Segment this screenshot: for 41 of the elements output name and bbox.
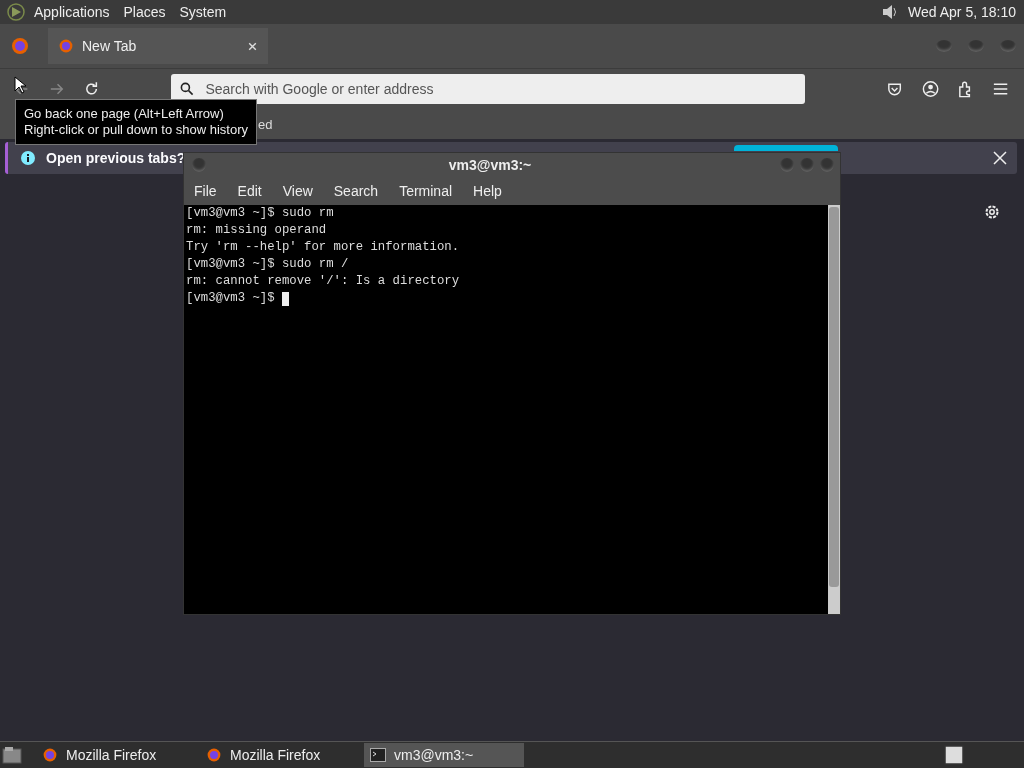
terminal-line: [vm3@vm3 ~]$ sudo rm: [186, 205, 335, 222]
menu-item[interactable]: Search: [333, 183, 379, 199]
taskbar-item[interactable]: Mozilla Firefox: [200, 743, 360, 767]
clock[interactable]: Wed Apr 5, 18:10: [908, 4, 1016, 20]
panel-menu[interactable]: System: [179, 4, 227, 20]
account-icon[interactable]: [920, 79, 940, 99]
firefox-icon: [58, 38, 74, 54]
text-cursor: [281, 291, 289, 306]
tooltip-text: Right-click or pull down to show history: [24, 122, 248, 138]
panel-menu[interactable]: Applications: [34, 4, 110, 20]
mouse-pointer-icon: [14, 76, 26, 94]
terminal-icon: [370, 748, 386, 762]
show-desktop-icon[interactable]: [2, 746, 22, 764]
terminal-line: rm: cannot remove '/': Is a directory: [186, 273, 461, 290]
terminal-line: Try 'rm --help' for more information.: [186, 239, 461, 256]
terminal-line: rm: missing operand: [186, 222, 328, 239]
menu-item[interactable]: View: [282, 183, 313, 199]
scrollbar[interactable]: [828, 205, 840, 614]
bookmark-link[interactable]: ed: [258, 116, 273, 132]
firefox-icon: [206, 747, 222, 763]
firefox-icon: [42, 747, 58, 763]
close-icon[interactable]: [247, 40, 258, 52]
menu-item[interactable]: Terminal: [399, 183, 453, 199]
menu-item[interactable]: Help: [473, 183, 502, 199]
distro-logo-icon[interactable]: [6, 2, 26, 22]
taskbar-item[interactable]: vm3@vm3:~: [364, 743, 524, 767]
address-field[interactable]: Search with Google or enter address: [171, 74, 806, 104]
taskbar-item[interactable]: Mozilla Firefox: [36, 743, 196, 767]
window-title: vm3@vm3:~: [447, 157, 533, 173]
notification-text: Open previous tabs?: [46, 150, 186, 166]
browser-tab[interactable]: New Tab: [48, 28, 268, 64]
terminal-prompt: [vm3@vm3 ~]$: [186, 290, 276, 307]
menu-item[interactable]: File: [194, 183, 217, 199]
terminal-line: [vm3@vm3 ~]$ sudo rm /: [186, 256, 350, 273]
workspace-icon[interactable]: [944, 745, 964, 765]
info-icon: [20, 150, 36, 166]
search-icon: [179, 81, 196, 97]
menu-item[interactable]: Edit: [237, 183, 262, 199]
panel-menu[interactable]: Places: [123, 4, 166, 20]
close-icon[interactable]: [993, 151, 1007, 165]
tooltip-text: Go back one page (Alt+Left Arrow): [24, 106, 225, 122]
